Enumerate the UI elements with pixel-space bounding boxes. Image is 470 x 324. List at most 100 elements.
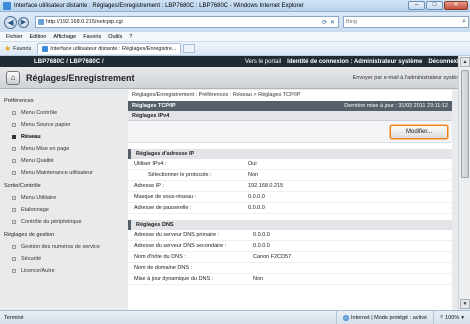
row-label: Adresse de passerelle : bbox=[134, 205, 192, 211]
tab-page-icon bbox=[42, 46, 49, 52]
settings-row: Adresse du serveur DNS secondaire : 0.0.0… bbox=[128, 241, 452, 252]
bullet-icon bbox=[12, 135, 16, 139]
sidebar-item-label: Menu Maintenance utilisateur bbox=[21, 170, 93, 176]
bullet-icon bbox=[12, 147, 16, 151]
back-button[interactable]: ◀ bbox=[4, 15, 17, 29]
sidebar-item-licence[interactable]: Licence/Autre bbox=[0, 265, 124, 277]
menu-help[interactable]: ? bbox=[129, 34, 132, 40]
tcpip-header: Réglages TCP/IP Dernière mise à jour : 3… bbox=[128, 101, 452, 111]
maximize-button[interactable]: □ bbox=[426, 1, 443, 10]
favorites-bar: ★ Favoris Interface utilisateur distante… bbox=[0, 42, 470, 56]
row-label: Adresse IP : bbox=[134, 183, 164, 189]
refresh-icon[interactable]: ⟳ bbox=[322, 19, 327, 26]
bullet-icon bbox=[12, 257, 16, 261]
forward-button[interactable]: ▶ bbox=[18, 16, 29, 28]
zoom-control[interactable]: ⌕ 100% ▾ bbox=[433, 310, 470, 324]
scroll-down-icon[interactable]: ▼ bbox=[460, 299, 470, 309]
security-zone[interactable]: Internet | Mode protégé : activé bbox=[336, 310, 433, 324]
vertical-scrollbar[interactable]: ▲ ▼ bbox=[458, 56, 470, 310]
sidebar-item-menu-maintenance[interactable]: Menu Maintenance utilisateur bbox=[0, 167, 124, 179]
sidebar-item-label: Menu Mise en page bbox=[21, 146, 70, 152]
status-text: Terminé bbox=[4, 314, 24, 321]
globe-icon bbox=[343, 314, 350, 321]
settings-row: Nom de domaine DNS : bbox=[128, 263, 452, 274]
sidebar-item-gestion-numeros[interactable]: Gestion des numéros de service bbox=[0, 241, 124, 253]
sidebar-item-label: Licence/Autre bbox=[21, 268, 55, 274]
bullet-icon bbox=[12, 159, 16, 163]
minimize-button[interactable]: – bbox=[408, 1, 425, 10]
row-label: Sélectionner le protocole : bbox=[148, 172, 212, 178]
tcpip-title: Réglages TCP/IP bbox=[132, 103, 176, 109]
new-tab-button[interactable] bbox=[183, 44, 196, 53]
modify-row: Modifier... bbox=[128, 121, 452, 143]
sidebar-section-title: Réglages de gestion bbox=[4, 232, 55, 238]
home-icon[interactable]: ⌂ bbox=[6, 70, 20, 85]
ip-section-title: Réglages d'adresse IP bbox=[128, 149, 452, 159]
settings-row: Adresse de passerelle : 0.0.0.0 bbox=[128, 203, 452, 214]
settings-row: Masque de sous-réseau : 0.0.0.0 bbox=[128, 192, 452, 203]
row-value: Non bbox=[248, 172, 259, 178]
scroll-up-icon[interactable]: ▲ bbox=[460, 57, 470, 67]
favorites-button[interactable]: Favoris bbox=[13, 46, 31, 52]
tab-title: Interface utilisateur distante : Réglage… bbox=[50, 46, 177, 52]
menu-fichier[interactable]: Fichier bbox=[6, 34, 23, 40]
sidebar-item-label: Contrôle du périphérique bbox=[21, 219, 82, 225]
breadcrumb: Réglages/Enregistrement : Préférences : … bbox=[132, 92, 301, 98]
row-value: Non bbox=[253, 276, 264, 282]
page-header: ⌂ Réglages/Enregistrement Envoyer par e-… bbox=[0, 67, 470, 89]
sidebar-item-menu-source-papier[interactable]: Menu Source papier bbox=[0, 119, 124, 131]
login-identity: Identité de connexion : Administrateur s… bbox=[287, 58, 423, 65]
address-field[interactable]: http://192.168.0.215/netcpip.cgi ⟳ ✕ bbox=[35, 16, 339, 28]
menu-bar: Fichier Edition Affichage Favoris Outils… bbox=[0, 32, 470, 42]
sidebar-item-label: Réseau bbox=[21, 134, 41, 140]
row-value: Oui bbox=[248, 161, 257, 167]
sidebar-item-reseau[interactable]: Réseau bbox=[0, 131, 124, 143]
menu-favoris[interactable]: Favoris bbox=[83, 34, 101, 40]
sidebar-item-menu-utilitaire[interactable]: Menu Utilitaire bbox=[0, 192, 124, 204]
search-box[interactable]: ⌕ bbox=[343, 16, 469, 28]
search-input[interactable] bbox=[346, 19, 446, 25]
email-admin-link[interactable]: Envoyer par e-mail à l'administrateur sy… bbox=[353, 75, 464, 81]
window-controls: – □ ✕ bbox=[408, 1, 468, 10]
sidebar-item-label: Menu Source papier bbox=[21, 122, 71, 128]
sidebar-item-label: Etalonnage bbox=[21, 207, 49, 213]
row-value: 0.0.0.0 bbox=[253, 232, 270, 238]
menu-affichage[interactable]: Affichage bbox=[53, 34, 76, 40]
sidebar-item-menu-qualite[interactable]: Menu Qualité bbox=[0, 155, 124, 167]
page-content: LBP7680C / LBP7680C / Vers le portail Id… bbox=[0, 56, 470, 310]
status-bar: Terminé Internet | Mode protégé : activé… bbox=[0, 310, 470, 324]
chevron-down-icon[interactable]: ▾ bbox=[461, 315, 464, 321]
menu-outils[interactable]: Outils bbox=[108, 34, 122, 40]
bullet-icon bbox=[12, 208, 16, 212]
portal-link[interactable]: Vers le portail bbox=[245, 59, 281, 65]
sidebar-item-controle-peripherique[interactable]: Contrôle du périphérique bbox=[0, 216, 124, 228]
address-toolbar: ◀ ▶ http://192.168.0.215/netcpip.cgi ⟳ ✕… bbox=[0, 12, 470, 32]
zone-text: Internet | Mode protégé : activé bbox=[351, 314, 428, 321]
sidebar-item-menu-mise-en-page[interactable]: Menu Mise en page bbox=[0, 143, 124, 155]
stop-icon[interactable]: ✕ bbox=[330, 19, 335, 26]
row-value: 0.0.0.0 bbox=[253, 243, 270, 249]
star-icon[interactable]: ★ bbox=[4, 44, 11, 53]
menu-edition[interactable]: Edition bbox=[30, 34, 47, 40]
settings-row: Adresse IP : 192.168.0.215 bbox=[128, 181, 452, 192]
window-titlebar: Interface utilisateur distante : Réglage… bbox=[0, 0, 470, 12]
bullet-icon bbox=[12, 111, 16, 115]
row-label: Adresse du serveur DNS secondaire : bbox=[134, 243, 227, 249]
page-icon bbox=[38, 19, 44, 25]
sidebar-item-menu-controle[interactable]: Menu Contrôle bbox=[0, 107, 124, 119]
dns-section-title: Réglages DNS bbox=[128, 220, 452, 230]
search-icon[interactable]: ⌕ bbox=[462, 18, 466, 26]
settings-row: Nom d'hôte du DNS : Canon F2CD57 bbox=[128, 252, 452, 263]
scroll-thumb[interactable] bbox=[461, 70, 469, 178]
row-label: Utiliser IPv4 : bbox=[134, 161, 167, 167]
url-text[interactable]: http://192.168.0.215/netcpip.cgi bbox=[46, 19, 123, 25]
bullet-icon bbox=[12, 171, 16, 175]
close-button[interactable]: ✕ bbox=[444, 1, 468, 10]
sidebar-item-label: Menu Qualité bbox=[21, 158, 54, 164]
settings-row: Mise à jour dynamique du DNS : Non bbox=[128, 274, 452, 285]
sidebar-item-etalonnage[interactable]: Etalonnage bbox=[0, 204, 124, 216]
modify-button[interactable]: Modifier... bbox=[390, 125, 448, 139]
row-label: Nom d'hôte du DNS : bbox=[134, 254, 186, 260]
browser-tab[interactable]: Interface utilisateur distante : Réglage… bbox=[37, 43, 182, 54]
sidebar-item-securite[interactable]: Sécurité bbox=[0, 253, 124, 265]
